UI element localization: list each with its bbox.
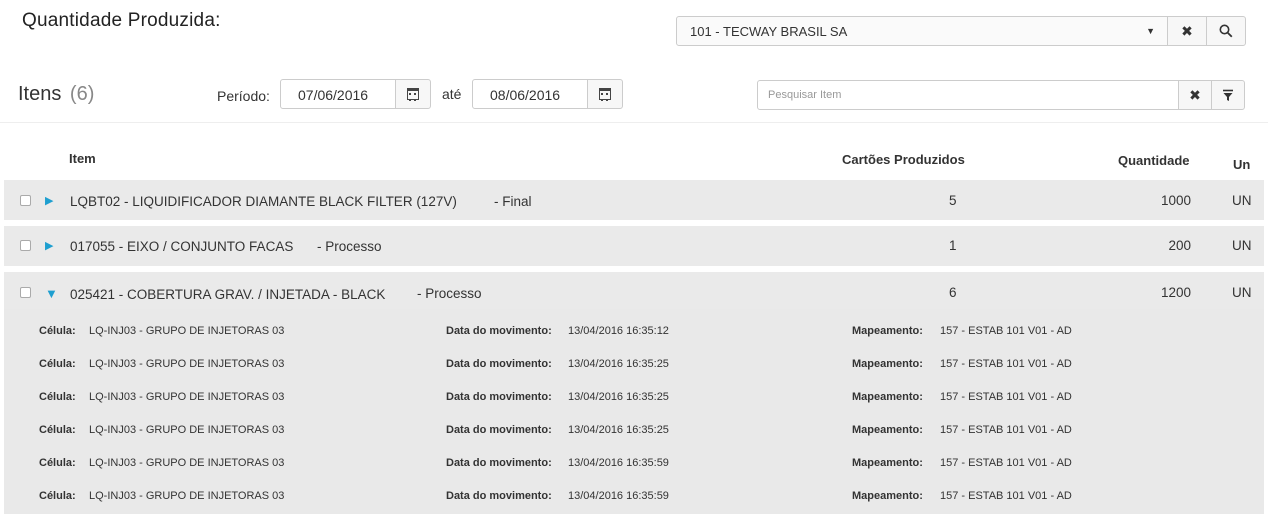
item-un: UN	[1232, 285, 1252, 300]
table-row[interactable]: ▼ 025421 - COBERTURA GRAV. / INJETADA - …	[4, 272, 1264, 311]
mapeamento-label: Mapeamento:	[852, 490, 923, 502]
item-quantidade: 1000	[1160, 193, 1191, 208]
celula-label: Célula:	[39, 325, 76, 337]
column-header-item: Item	[69, 151, 96, 166]
celula-label: Célula:	[39, 424, 76, 436]
celula-value: LQ-INJ03 - GRUPO DE INJETORAS 03	[89, 457, 285, 469]
column-header-quantidade: Quantidade	[1118, 153, 1190, 168]
calendar-icon	[407, 88, 419, 101]
expand-arrow-icon[interactable]: ▶	[45, 239, 53, 252]
date-end-input[interactable]: 08/06/2016	[472, 79, 588, 109]
ate-label: até	[442, 86, 462, 102]
periodo-label: Período:	[217, 88, 270, 104]
page-title: Quantidade Produzida:	[22, 10, 221, 31]
items-count: (6)	[69, 83, 95, 105]
table-row[interactable]: ▶ LQBT02 - LIQUIDIFICADOR DIAMANTE BLACK…	[4, 180, 1264, 220]
filter-button[interactable]	[1211, 80, 1245, 110]
data-movimento-label: Data do movimento:	[446, 325, 552, 337]
mapeamento-label: Mapeamento:	[852, 424, 923, 436]
search-company-button[interactable]	[1206, 16, 1246, 46]
calendar-icon	[599, 88, 611, 101]
item-cartoes: 5	[949, 193, 957, 208]
company-select-value: 101 - TECWAY BRASIL SA	[690, 24, 848, 39]
caret-down-icon: ▼	[1146, 26, 1155, 36]
item-quantidade: 200	[1168, 238, 1191, 253]
data-movimento-value: 13/04/2016 16:35:59	[568, 457, 669, 469]
mapeamento-label: Mapeamento:	[852, 391, 923, 403]
close-icon: ✖	[1181, 22, 1193, 39]
expand-arrow-icon[interactable]: ▶	[45, 194, 53, 207]
detail-row: Célula: LQ-INJ03 - GRUPO DE INJETORAS 03…	[4, 490, 1264, 514]
row-checkbox[interactable]	[20, 287, 31, 298]
detail-row: Célula: LQ-INJ03 - GRUPO DE INJETORAS 03…	[4, 325, 1264, 355]
data-movimento-label: Data do movimento:	[446, 457, 552, 469]
clear-search-button[interactable]: ✖	[1178, 80, 1212, 110]
detail-row: Célula: LQ-INJ03 - GRUPO DE INJETORAS 03…	[4, 457, 1264, 487]
row-checkbox[interactable]	[20, 240, 31, 251]
data-movimento-value: 13/04/2016 16:35:12	[568, 325, 669, 337]
search-item-input[interactable]	[757, 80, 1179, 110]
mapeamento-value: 157 - ESTAB 101 V01 - AD	[940, 358, 1072, 370]
mapeamento-label: Mapeamento:	[852, 457, 923, 469]
celula-value: LQ-INJ03 - GRUPO DE INJETORAS 03	[89, 325, 285, 337]
column-header-cartoes: Cartões Produzidos	[842, 152, 965, 167]
celula-value: LQ-INJ03 - GRUPO DE INJETORAS 03	[89, 358, 285, 370]
item-cartoes: 6	[949, 285, 957, 300]
detail-row: Célula: LQ-INJ03 - GRUPO DE INJETORAS 03…	[4, 358, 1264, 388]
table-row[interactable]: ▶ 017055 - EIXO / CONJUNTO FACAS - Proce…	[4, 226, 1264, 266]
item-code: LQBT02 - LIQUIDIFICADOR DIAMANTE BLACK F…	[70, 194, 457, 209]
item-type: - Final	[494, 194, 532, 209]
row-checkbox[interactable]	[20, 195, 31, 206]
divider	[0, 122, 1268, 123]
celula-value: LQ-INJ03 - GRUPO DE INJETORAS 03	[89, 424, 285, 436]
date-start-calendar-button[interactable]	[395, 79, 431, 109]
data-movimento-value: 13/04/2016 16:35:59	[568, 490, 669, 502]
item-un: UN	[1232, 193, 1252, 208]
item-cartoes: 1	[949, 238, 957, 253]
data-movimento-label: Data do movimento:	[446, 391, 552, 403]
data-movimento-value: 13/04/2016 16:35:25	[568, 358, 669, 370]
column-header-un: Un	[1233, 157, 1251, 172]
item-code: 025421 - COBERTURA GRAV. / INJETADA - BL…	[70, 287, 386, 302]
detail-row: Célula: LQ-INJ03 - GRUPO DE INJETORAS 03…	[4, 424, 1264, 454]
celula-label: Célula:	[39, 358, 76, 370]
celula-label: Célula:	[39, 457, 76, 469]
item-type: - Processo	[417, 286, 482, 301]
celula-label: Célula:	[39, 490, 76, 502]
clear-company-button[interactable]: ✖	[1167, 16, 1207, 46]
mapeamento-value: 157 - ESTAB 101 V01 - AD	[940, 391, 1072, 403]
close-icon: ✖	[1189, 86, 1201, 103]
filter-icon	[1223, 89, 1233, 101]
data-movimento-label: Data do movimento:	[446, 424, 552, 436]
mapeamento-value: 157 - ESTAB 101 V01 - AD	[940, 490, 1072, 502]
items-title: Itens	[18, 83, 62, 105]
detail-row: Célula: LQ-INJ03 - GRUPO DE INJETORAS 03…	[4, 391, 1264, 421]
data-movimento-value: 13/04/2016 16:35:25	[568, 424, 669, 436]
detail-panel: Célula: LQ-INJ03 - GRUPO DE INJETORAS 03…	[4, 309, 1264, 514]
mapeamento-value: 157 - ESTAB 101 V01 - AD	[940, 424, 1072, 436]
data-movimento-value: 13/04/2016 16:35:25	[568, 391, 669, 403]
item-code: 017055 - EIXO / CONJUNTO FACAS	[70, 239, 294, 254]
date-end-calendar-button[interactable]	[587, 79, 623, 109]
celula-value: LQ-INJ03 - GRUPO DE INJETORAS 03	[89, 391, 285, 403]
date-start-input[interactable]: 07/06/2016	[280, 79, 396, 109]
data-movimento-label: Data do movimento:	[446, 358, 552, 370]
items-heading: Itens (6)	[18, 83, 94, 106]
mapeamento-value: 157 - ESTAB 101 V01 - AD	[940, 457, 1072, 469]
item-type: - Processo	[317, 239, 382, 254]
collapse-arrow-icon[interactable]: ▼	[45, 286, 58, 301]
company-select[interactable]: 101 - TECWAY BRASIL SA ▼	[676, 16, 1168, 46]
item-quantidade: 1200	[1160, 285, 1191, 300]
celula-value: LQ-INJ03 - GRUPO DE INJETORAS 03	[89, 490, 285, 502]
mapeamento-value: 157 - ESTAB 101 V01 - AD	[940, 325, 1072, 337]
item-un: UN	[1232, 238, 1252, 253]
mapeamento-label: Mapeamento:	[852, 325, 923, 337]
mapeamento-label: Mapeamento:	[852, 358, 923, 370]
celula-label: Célula:	[39, 391, 76, 403]
data-movimento-label: Data do movimento:	[446, 490, 552, 502]
search-icon	[1219, 24, 1233, 38]
